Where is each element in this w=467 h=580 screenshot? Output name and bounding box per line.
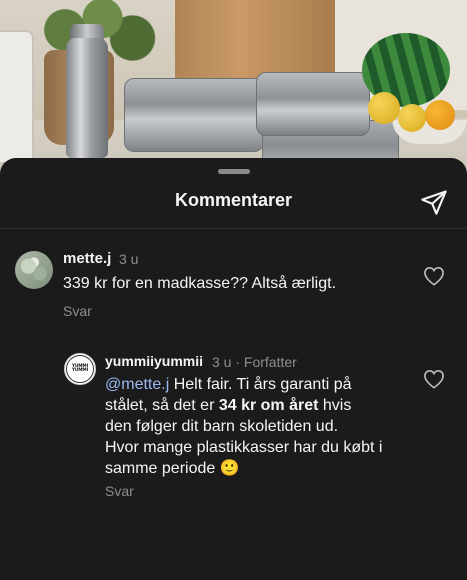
avatar[interactable]: YUMMI YUMMI xyxy=(64,353,96,385)
lemon xyxy=(368,92,400,124)
divider xyxy=(0,228,467,229)
comment-username[interactable]: mette.j xyxy=(63,250,111,267)
lemon xyxy=(398,104,426,132)
lemon xyxy=(425,100,455,130)
paper-plane-icon[interactable] xyxy=(420,188,448,216)
heart-outline-icon[interactable] xyxy=(423,369,445,389)
plate xyxy=(0,30,34,164)
comment-time: 3 u xyxy=(119,251,139,267)
avatar[interactable] xyxy=(15,251,53,289)
mention-link[interactable]: @mette.j xyxy=(105,376,169,393)
comment-text: @mette.j Helt fair. Ti års garanti på st… xyxy=(105,376,383,477)
highlight-text: 34 kr om året xyxy=(218,397,319,414)
steel-bottle xyxy=(66,38,108,158)
comment-meta: 3 u · Forfatter xyxy=(212,354,297,370)
brand-logo: YUMMI YUMMI xyxy=(66,355,94,383)
heart-outline-icon[interactable] xyxy=(423,266,445,286)
smile-emoji-icon: 🙂 xyxy=(219,460,240,477)
steel-lunchbox xyxy=(124,78,264,152)
comment-text: 339 kr for en madkasse?? Altså ærligt. xyxy=(63,275,337,292)
comment-username[interactable]: yummiiyummii xyxy=(105,353,203,369)
sheet-title: Kommentarer xyxy=(174,190,293,210)
reply-button[interactable]: Svar xyxy=(63,303,92,319)
drag-handle[interactable] xyxy=(218,169,250,174)
reply-button[interactable]: Svar xyxy=(105,483,134,499)
comments-sheet: Kommentarer mette.j 3 u 339 kr for en ma… xyxy=(0,158,467,580)
author-badge: Forfatter xyxy=(243,354,297,370)
steel-lunchbox xyxy=(256,72,370,136)
comment-time: 3 u xyxy=(212,354,232,370)
